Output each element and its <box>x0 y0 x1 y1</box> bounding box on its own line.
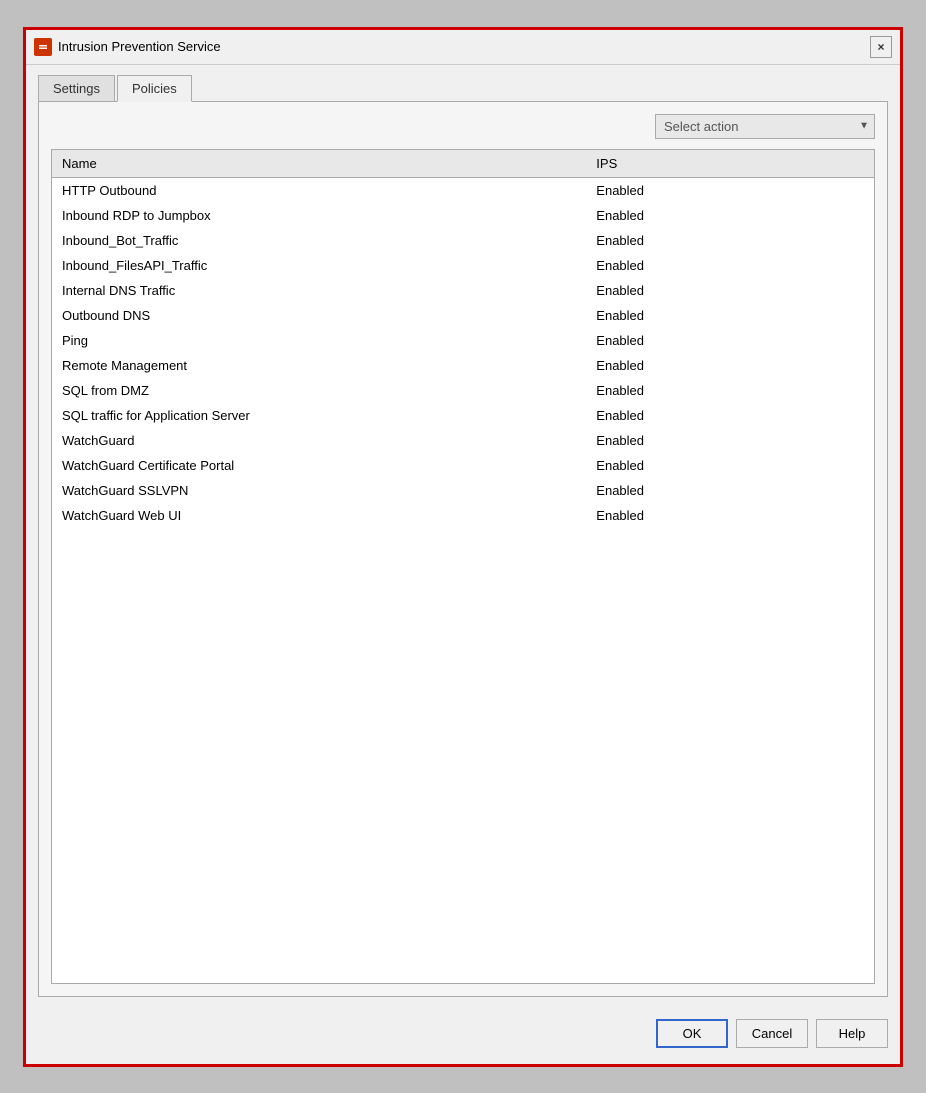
policies-table: Name IPS HTTP OutboundEnabledInbound RDP… <box>52 150 874 528</box>
ok-button[interactable]: OK <box>656 1019 728 1048</box>
tabs-container: Settings Policies <box>38 75 888 102</box>
table-row[interactable]: Inbound RDP to JumpboxEnabled <box>52 203 874 228</box>
cell-ips-status: Enabled <box>586 353 874 378</box>
table-row[interactable]: WatchGuard SSLVPNEnabled <box>52 478 874 503</box>
table-row[interactable]: SQL from DMZEnabled <box>52 378 874 403</box>
cell-policy-name: WatchGuard Certificate Portal <box>52 453 586 478</box>
cell-policy-name: SQL traffic for Application Server <box>52 403 586 428</box>
dialog-title: Intrusion Prevention Service <box>58 39 221 54</box>
app-icon <box>34 38 52 56</box>
tab-settings[interactable]: Settings <box>38 75 115 102</box>
table-body: HTTP OutboundEnabledInbound RDP to Jumpb… <box>52 177 874 528</box>
table-row[interactable]: Remote ManagementEnabled <box>52 353 874 378</box>
table-row[interactable]: WatchGuard Certificate PortalEnabled <box>52 453 874 478</box>
cell-ips-status: Enabled <box>586 378 874 403</box>
dialog-window: Intrusion Prevention Service × Settings … <box>23 27 903 1067</box>
dialog-body: Settings Policies Select action Enable D… <box>26 65 900 1007</box>
table-row[interactable]: Inbound_Bot_TrafficEnabled <box>52 228 874 253</box>
table-row[interactable]: Internal DNS TrafficEnabled <box>52 278 874 303</box>
cell-ips-status: Enabled <box>586 453 874 478</box>
title-bar-left: Intrusion Prevention Service <box>34 38 221 56</box>
cell-policy-name: HTTP Outbound <box>52 177 586 203</box>
tab-policies[interactable]: Policies <box>117 75 192 102</box>
cell-ips-status: Enabled <box>586 403 874 428</box>
column-header-ips: IPS <box>586 150 874 178</box>
table-row[interactable]: WatchGuard Web UIEnabled <box>52 503 874 528</box>
table-row[interactable]: PingEnabled <box>52 328 874 353</box>
help-button[interactable]: Help <box>816 1019 888 1048</box>
column-header-name: Name <box>52 150 586 178</box>
cell-policy-name: WatchGuard Web UI <box>52 503 586 528</box>
action-bar: Select action Enable Disable ▼ <box>51 114 875 139</box>
select-action-wrapper: Select action Enable Disable ▼ <box>655 114 875 139</box>
cell-policy-name: Outbound DNS <box>52 303 586 328</box>
table-row[interactable]: Inbound_FilesAPI_TrafficEnabled <box>52 253 874 278</box>
cell-ips-status: Enabled <box>586 253 874 278</box>
cell-policy-name: Remote Management <box>52 353 586 378</box>
cancel-button[interactable]: Cancel <box>736 1019 808 1048</box>
dialog-footer: OK Cancel Help <box>26 1007 900 1064</box>
title-bar: Intrusion Prevention Service × <box>26 30 900 65</box>
cell-policy-name: Inbound_Bot_Traffic <box>52 228 586 253</box>
table-row[interactable]: SQL traffic for Application ServerEnable… <box>52 403 874 428</box>
select-action-dropdown[interactable]: Select action Enable Disable <box>655 114 875 139</box>
table-header-row: Name IPS <box>52 150 874 178</box>
cell-policy-name: WatchGuard SSLVPN <box>52 478 586 503</box>
policies-table-container: Name IPS HTTP OutboundEnabledInbound RDP… <box>51 149 875 984</box>
tab-content-policies: Select action Enable Disable ▼ Name IPS <box>38 101 888 997</box>
cell-ips-status: Enabled <box>586 478 874 503</box>
cell-ips-status: Enabled <box>586 203 874 228</box>
cell-policy-name: Internal DNS Traffic <box>52 278 586 303</box>
cell-policy-name: SQL from DMZ <box>52 378 586 403</box>
cell-ips-status: Enabled <box>586 228 874 253</box>
close-button[interactable]: × <box>870 36 892 58</box>
cell-policy-name: Ping <box>52 328 586 353</box>
cell-policy-name: Inbound_FilesAPI_Traffic <box>52 253 586 278</box>
cell-ips-status: Enabled <box>586 328 874 353</box>
cell-ips-status: Enabled <box>586 177 874 203</box>
cell-ips-status: Enabled <box>586 278 874 303</box>
table-row[interactable]: Outbound DNSEnabled <box>52 303 874 328</box>
cell-ips-status: Enabled <box>586 428 874 453</box>
cell-ips-status: Enabled <box>586 303 874 328</box>
cell-policy-name: WatchGuard <box>52 428 586 453</box>
cell-ips-status: Enabled <box>586 503 874 528</box>
cell-policy-name: Inbound RDP to Jumpbox <box>52 203 586 228</box>
table-row[interactable]: WatchGuardEnabled <box>52 428 874 453</box>
table-row[interactable]: HTTP OutboundEnabled <box>52 177 874 203</box>
